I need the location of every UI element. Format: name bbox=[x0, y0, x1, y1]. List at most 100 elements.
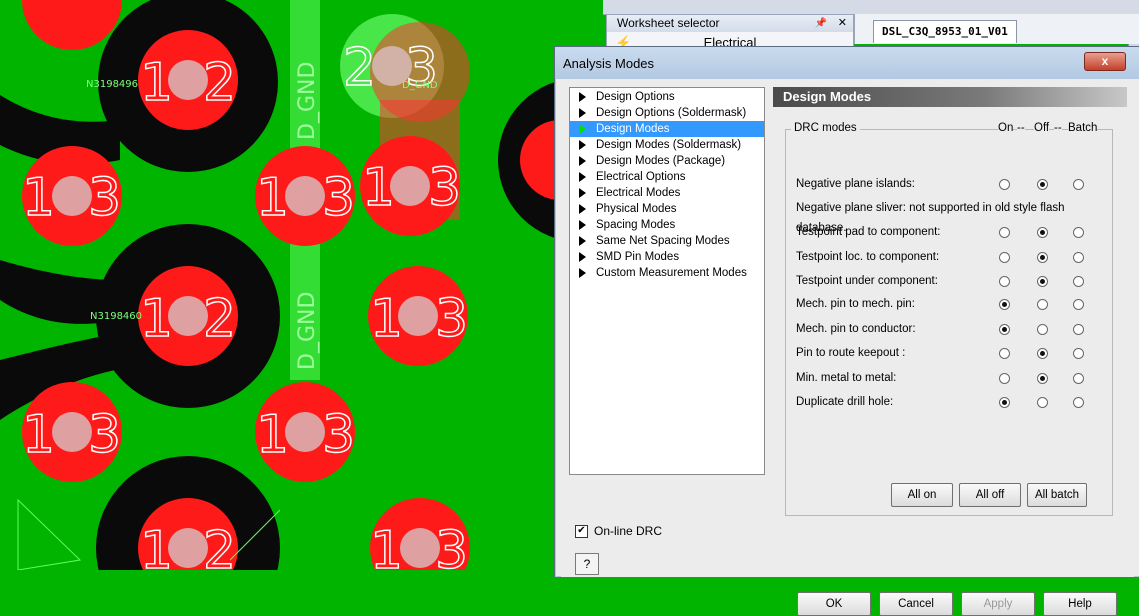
expand-arrow-icon[interactable] bbox=[579, 140, 586, 150]
tree-item[interactable]: Custom Measurement Modes bbox=[570, 265, 764, 281]
radio-batch[interactable] bbox=[1073, 179, 1084, 190]
radio-on[interactable] bbox=[999, 324, 1010, 335]
tree-item-label: Spacing Modes bbox=[596, 219, 676, 231]
radio-batch[interactable] bbox=[1073, 252, 1084, 263]
radio-on[interactable] bbox=[999, 179, 1010, 190]
tree-item[interactable]: Design Options (Soldermask) bbox=[570, 105, 764, 121]
radio-on[interactable] bbox=[999, 276, 1010, 287]
radio-off[interactable] bbox=[1037, 348, 1048, 359]
pad-label: 2 bbox=[203, 289, 236, 349]
tree-item[interactable]: Electrical Options bbox=[570, 169, 764, 185]
col-separator: -- bbox=[1054, 122, 1062, 134]
radio-off[interactable] bbox=[1037, 299, 1048, 310]
all-on-button[interactable]: All on bbox=[891, 483, 953, 507]
expand-arrow-icon[interactable] bbox=[579, 172, 586, 182]
dialog-title-bar[interactable]: Analysis Modes x bbox=[555, 47, 1139, 79]
radio-off[interactable] bbox=[1037, 373, 1048, 384]
cancel-button[interactable]: Cancel bbox=[879, 592, 953, 616]
radio-off[interactable] bbox=[1037, 324, 1048, 335]
drc-mode-row: Pin to route keepout : bbox=[796, 343, 1116, 363]
pad-label: 1 bbox=[256, 405, 289, 465]
ok-button[interactable]: OK bbox=[797, 592, 871, 616]
radio-batch[interactable] bbox=[1073, 397, 1084, 408]
tree-item[interactable]: Design Options bbox=[570, 89, 764, 105]
radio-on[interactable] bbox=[999, 252, 1010, 263]
worksheet-selector-title-text: Worksheet selector bbox=[617, 16, 720, 30]
tree-item-label: Design Options bbox=[596, 91, 675, 103]
net-label: D_GND bbox=[402, 80, 438, 91]
tree-item[interactable]: Design Modes bbox=[570, 121, 764, 137]
expand-arrow-icon[interactable] bbox=[579, 92, 586, 102]
close-icon[interactable]: ✕ bbox=[838, 15, 847, 32]
document-tab[interactable]: DSL_C3Q_8953_01_V01 bbox=[873, 20, 1017, 43]
tree-item[interactable]: SMD Pin Modes bbox=[570, 249, 764, 265]
app-toolbar[interactable] bbox=[603, 0, 1139, 15]
radio-batch[interactable] bbox=[1073, 227, 1084, 238]
analysis-modes-dialog: Analysis Modes x Design Options Design Op… bbox=[554, 46, 1139, 616]
col-off-header: Off bbox=[1034, 122, 1050, 134]
drc-mode-label: Testpoint pad to component: bbox=[796, 226, 941, 238]
expand-arrow-icon[interactable] bbox=[579, 204, 586, 214]
radio-on[interactable] bbox=[999, 397, 1010, 408]
help-question-button[interactable]: ? bbox=[575, 553, 599, 575]
drc-mode-label: Testpoint loc. to component: bbox=[796, 251, 940, 263]
tree-item[interactable]: Physical Modes bbox=[570, 201, 764, 217]
expand-arrow-icon[interactable] bbox=[579, 252, 586, 262]
expand-arrow-icon[interactable] bbox=[579, 124, 586, 134]
options-tree[interactable]: Design Options Design Options (Soldermask… bbox=[569, 87, 765, 475]
radio-off[interactable] bbox=[1037, 276, 1048, 287]
radio-off[interactable] bbox=[1037, 227, 1048, 238]
radio-batch[interactable] bbox=[1073, 348, 1084, 359]
expand-arrow-icon[interactable] bbox=[579, 108, 586, 118]
tree-item-label: SMD Pin Modes bbox=[596, 251, 680, 263]
drc-mode-row: Duplicate drill hole: bbox=[796, 392, 1116, 412]
radio-on[interactable] bbox=[999, 227, 1010, 238]
net-label-vertical: D_GND bbox=[295, 62, 320, 140]
drc-mode-label: Pin to route keepout : bbox=[796, 347, 906, 359]
tree-item-label: Same Net Spacing Modes bbox=[596, 235, 730, 247]
net-label: N3198460 bbox=[90, 311, 142, 322]
drc-mode-label: Mech. pin to conductor: bbox=[796, 323, 916, 335]
tree-item[interactable]: Same Net Spacing Modes bbox=[570, 233, 764, 249]
radio-off[interactable] bbox=[1037, 252, 1048, 263]
radio-on[interactable] bbox=[999, 299, 1010, 310]
pad-label: 2 bbox=[203, 53, 236, 113]
tree-item[interactable]: Electrical Modes bbox=[570, 185, 764, 201]
expand-arrow-icon[interactable] bbox=[579, 220, 586, 230]
pad-label: 3 bbox=[88, 405, 121, 465]
tree-item[interactable]: Design Modes (Soldermask) bbox=[570, 137, 764, 153]
pad-label: 1 bbox=[140, 289, 173, 349]
pin-icon[interactable]: 📌 bbox=[815, 15, 827, 32]
expand-arrow-icon[interactable] bbox=[579, 156, 586, 166]
radio-off[interactable] bbox=[1037, 179, 1048, 190]
document-tab-strip: DSL_C3Q_8953_01_V01 bbox=[854, 14, 1139, 44]
radio-batch[interactable] bbox=[1073, 373, 1084, 384]
tree-item-label: Design Modes bbox=[596, 123, 670, 135]
online-drc-checkbox[interactable]: ✔ bbox=[575, 524, 588, 538]
dialog-close-button[interactable]: x bbox=[1084, 52, 1126, 71]
pad-label: 2 bbox=[343, 38, 376, 98]
drc-mode-label: Negative plane islands: bbox=[796, 178, 915, 190]
online-drc-option[interactable]: ✔ On-line DRC bbox=[575, 524, 662, 538]
all-off-button[interactable]: All off bbox=[959, 483, 1021, 507]
tree-item-label: Physical Modes bbox=[596, 203, 677, 215]
radio-on[interactable] bbox=[999, 348, 1010, 359]
radio-on[interactable] bbox=[999, 373, 1010, 384]
pad-label: 2 bbox=[203, 521, 236, 570]
help-button[interactable]: Help bbox=[1043, 592, 1117, 616]
radio-batch[interactable] bbox=[1073, 324, 1084, 335]
tree-item-label: Design Modes (Soldermask) bbox=[596, 139, 742, 151]
pad-label: 3 bbox=[322, 405, 355, 465]
expand-arrow-icon[interactable] bbox=[579, 236, 586, 246]
tree-item[interactable]: Design Modes (Package) bbox=[570, 153, 764, 169]
radio-batch[interactable] bbox=[1073, 276, 1084, 287]
all-batch-button[interactable]: All batch bbox=[1027, 483, 1087, 507]
radio-off[interactable] bbox=[1037, 397, 1048, 408]
pad-label: 1 bbox=[256, 168, 289, 228]
radio-batch[interactable] bbox=[1073, 299, 1084, 310]
drc-mode-label: Min. metal to metal: bbox=[796, 372, 897, 384]
expand-arrow-icon[interactable] bbox=[579, 188, 586, 198]
expand-arrow-icon[interactable] bbox=[579, 268, 586, 278]
tree-item[interactable]: Spacing Modes bbox=[570, 217, 764, 233]
apply-button[interactable]: Apply bbox=[961, 592, 1035, 616]
